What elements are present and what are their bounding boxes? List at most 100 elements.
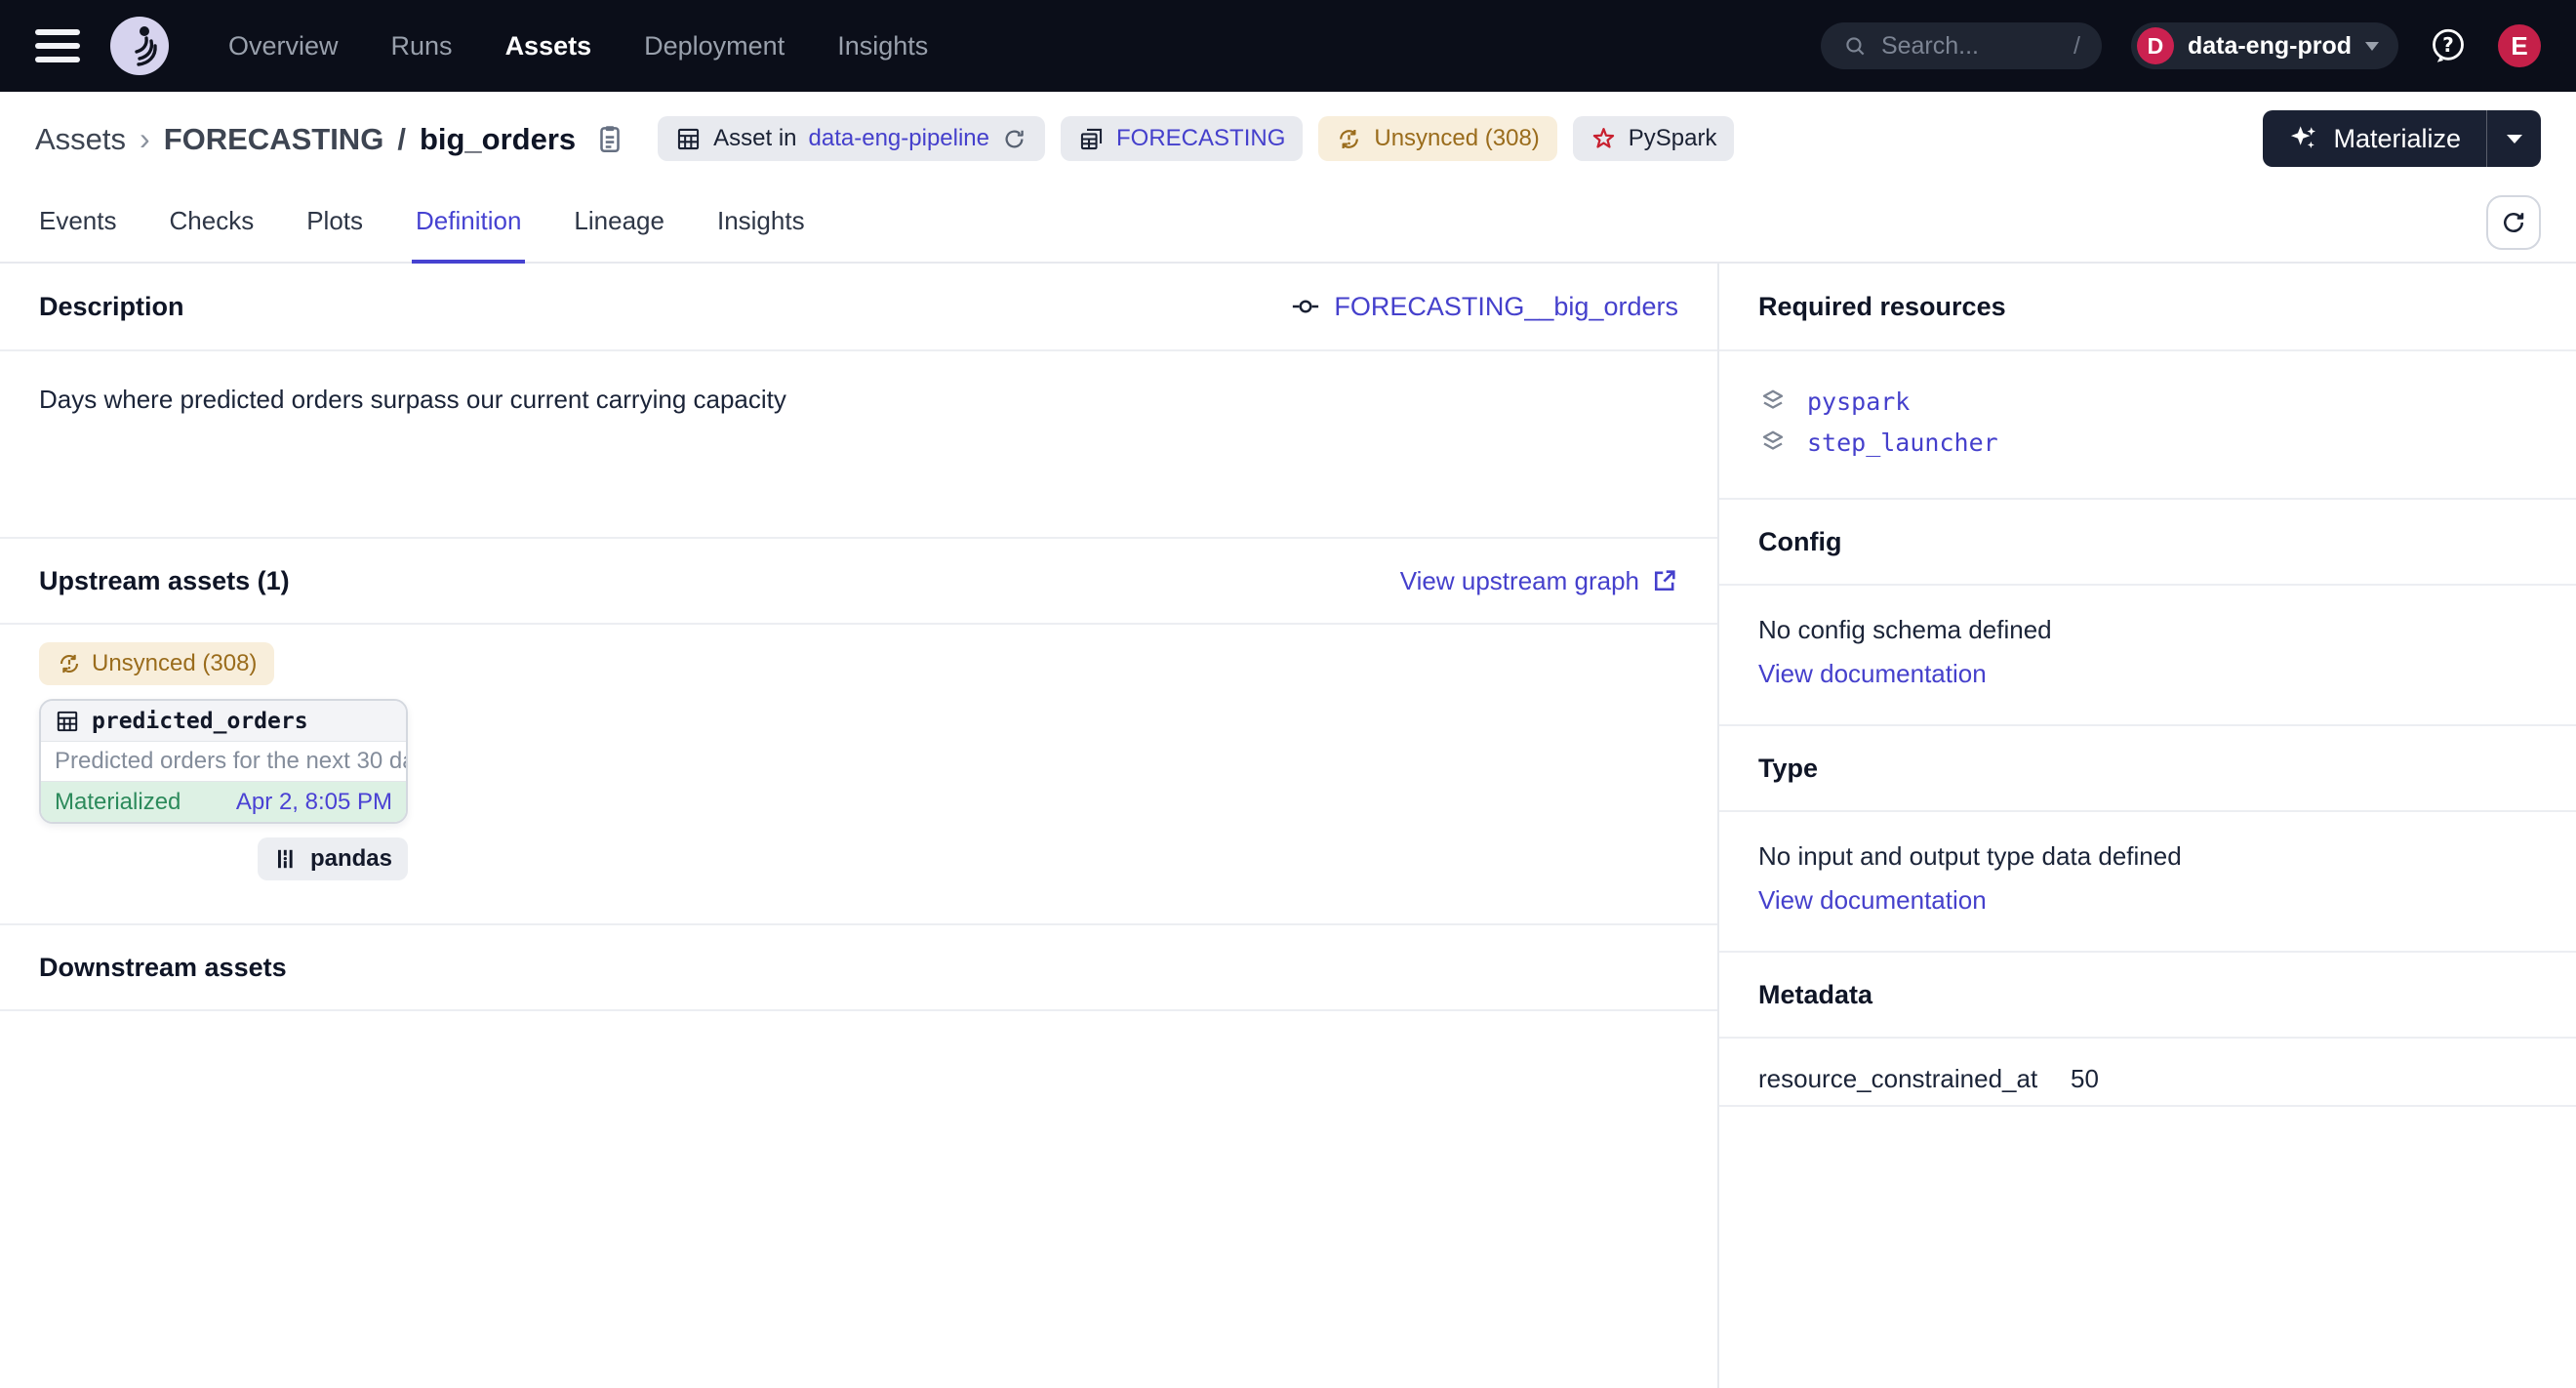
menu-icon[interactable] — [35, 29, 80, 62]
sparkle-icon — [2288, 123, 2319, 154]
materialize-split-button: Materialize — [2263, 110, 2541, 167]
config-section-header: Config — [1719, 498, 2576, 586]
config-section-body: No config schema defined View documentat… — [1719, 586, 2576, 724]
help-icon: ? — [2428, 25, 2469, 66]
table-icon — [675, 126, 702, 152]
deployment-name: data-eng-prod — [2188, 32, 2352, 61]
resource-row: pyspark — [1758, 381, 2537, 422]
tab-insights[interactable]: Insights — [713, 206, 809, 262]
materialization-timestamp-link[interactable]: Apr 2, 8:05 PM — [236, 789, 392, 816]
view-upstream-graph-link[interactable]: View upstream graph — [1400, 566, 1678, 596]
resource-row: step_launcher — [1758, 422, 2537, 463]
metadata-section-header: Metadata — [1719, 951, 2576, 1039]
pyspark-label: PySpark — [1629, 125, 1717, 152]
tag-unsynced[interactable]: Unsynced (308) — [1318, 116, 1556, 161]
downstream-section-header: Downstream assets — [0, 923, 1717, 1011]
graph-node-icon — [1291, 292, 1320, 321]
materialize-button[interactable]: Materialize — [2263, 110, 2486, 167]
resource-link-step-launcher[interactable]: step_launcher — [1807, 429, 1998, 457]
help-button[interactable]: ? — [2428, 25, 2469, 66]
op-graph-link[interactable]: FORECASTING__big_orders — [1291, 292, 1678, 322]
materialize-label: Materialize — [2333, 124, 2461, 154]
top-nav: Overview Runs Assets Deployment Insights… — [0, 0, 2576, 92]
type-title: Type — [1758, 754, 1818, 784]
tag-group-forecasting[interactable]: FORECASTING — [1061, 116, 1303, 161]
metadata-key: resource_constrained_at — [1758, 1064, 2071, 1094]
search-placeholder: Search... — [1881, 32, 1979, 61]
tab-checks[interactable]: Checks — [166, 206, 259, 262]
nav-item-deployment[interactable]: Deployment — [644, 31, 785, 61]
tab-events[interactable]: Events — [35, 206, 121, 262]
metadata-row: resource_constrained_at 50 — [1719, 1052, 2576, 1107]
dagster-logo-icon[interactable] — [109, 16, 170, 76]
asset-node-description: Predicted orders for the next 30 day... — [41, 742, 406, 782]
pandas-icon — [273, 846, 299, 872]
nav-item-insights[interactable]: Insights — [837, 31, 928, 61]
search-icon — [1842, 33, 1868, 59]
upstream-assets-list: Unsynced (308) predicted_orders Predicte… — [0, 625, 1717, 923]
config-title: Config — [1758, 527, 1841, 557]
required-resources-header: Required resources — [1719, 264, 2576, 351]
breadcrumb: Assets › FORECASTING / big_orders — [35, 121, 576, 157]
materialized-status: Materialized — [55, 789, 181, 816]
asset-name: big_orders — [420, 122, 576, 157]
search-input[interactable]: Search... / — [1821, 22, 2102, 69]
breadcrumb-divider: / — [397, 122, 406, 157]
kind-tag-pandas[interactable]: pandas — [258, 837, 408, 880]
description-title: Description — [39, 292, 184, 322]
nav-item-assets[interactable]: Assets — [505, 31, 592, 61]
tab-lineage[interactable]: Lineage — [570, 206, 668, 262]
svg-text:?: ? — [2442, 33, 2454, 57]
tab-definition[interactable]: Definition — [412, 206, 525, 264]
tag-asset-in-job[interactable]: Asset in data-eng-pipeline — [658, 116, 1045, 161]
refresh-button[interactable] — [2486, 195, 2541, 250]
asset-tabs: Events Checks Plots Definition Lineage I… — [0, 185, 2576, 264]
breadcrumb-assets-link[interactable]: Assets — [35, 122, 126, 157]
op-graph-link-label: FORECASTING__big_orders — [1334, 292, 1678, 322]
search-shortcut-hint: / — [2073, 32, 2080, 61]
chevron-down-icon — [2365, 42, 2379, 51]
upstream-unsynced-label: Unsynced (308) — [92, 650, 257, 677]
required-resources-list: pyspark step_launcher — [1719, 351, 2576, 498]
nav-item-runs[interactable]: Runs — [391, 31, 453, 61]
user-avatar[interactable]: E — [2498, 24, 2541, 67]
resource-link-pyspark[interactable]: pyspark — [1807, 388, 1910, 416]
nav-item-overview[interactable]: Overview — [228, 31, 339, 61]
chevron-down-icon — [2507, 135, 2522, 143]
type-empty-message: No input and output type data defined — [1758, 841, 2537, 872]
unsynced-label: Unsynced (308) — [1374, 125, 1539, 152]
metadata-value: 50 — [2071, 1064, 2099, 1094]
deployment-badge: D — [2137, 27, 2174, 64]
description-section-header: Description FORECASTING__big_orders — [0, 264, 1717, 351]
tag-pyspark[interactable]: PySpark — [1573, 116, 1735, 161]
spark-star-icon — [1590, 126, 1617, 152]
config-empty-message: No config schema defined — [1758, 615, 2537, 645]
pandas-kind-label: pandas — [310, 845, 392, 873]
asset-node-status-row: Materialized Apr 2, 8:05 PM — [41, 782, 406, 822]
type-docs-link[interactable]: View documentation — [1758, 885, 2537, 916]
tab-plots[interactable]: Plots — [302, 206, 367, 262]
materialize-dropdown-button[interactable] — [2486, 110, 2541, 167]
asset-group-icon — [1078, 126, 1105, 152]
config-docs-link[interactable]: View documentation — [1758, 659, 2537, 689]
group-link: FORECASTING — [1116, 125, 1285, 152]
type-section-body: No input and output type data defined Vi… — [1719, 812, 2576, 951]
definition-side-panel: Required resources pyspark step_launcher… — [1717, 264, 2576, 1388]
asset-node-name: predicted_orders — [92, 709, 308, 734]
breadcrumb-group[interactable]: FORECASTING — [164, 122, 384, 157]
breadcrumb-separator: › — [140, 121, 150, 157]
job-link[interactable]: data-eng-pipeline — [809, 125, 989, 152]
primary-nav: Overview Runs Assets Deployment Insights — [228, 31, 928, 61]
copy-icon[interactable] — [593, 122, 626, 155]
deployment-switcher[interactable]: D data-eng-prod — [2131, 22, 2398, 69]
asset-node-header: predicted_orders — [41, 701, 406, 742]
refresh-icon[interactable] — [1001, 126, 1027, 152]
definition-main-panel: Description FORECASTING__big_orders Days… — [0, 264, 1717, 1388]
asset-tags: Asset in data-eng-pipeline FORECASTING U… — [658, 116, 1734, 161]
metadata-title: Metadata — [1758, 980, 1872, 1010]
required-resources-title: Required resources — [1758, 292, 2006, 322]
upstream-section-header: Upstream assets (1) View upstream graph — [0, 537, 1717, 625]
upstream-title: Upstream assets (1) — [39, 566, 290, 596]
upstream-asset-node[interactable]: predicted_orders Predicted orders for th… — [39, 699, 408, 824]
sync-alert-icon — [57, 651, 82, 676]
